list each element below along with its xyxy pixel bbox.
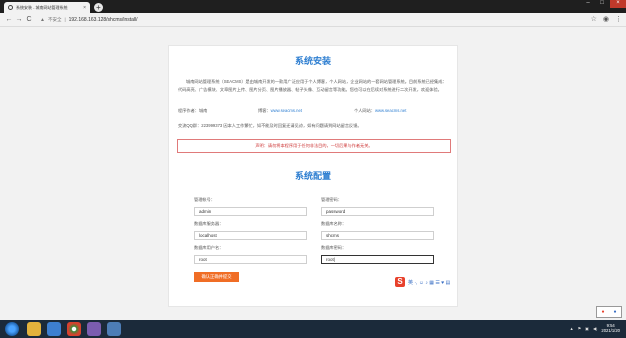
window-maximize-button[interactable]: □: [596, 0, 608, 8]
blog-link[interactable]: www.seacms.net: [271, 108, 302, 113]
taskbar: ▲ ⚑ ▣ ◀) 9:54 2021/1/20: [0, 320, 626, 338]
new-tab-button[interactable]: +: [94, 3, 103, 12]
db-name-label: 数据库名称：: [321, 221, 347, 226]
window-close-button[interactable]: ×: [610, 0, 626, 8]
tab-title: 系统安装 - 城南网站管理系统: [16, 4, 68, 10]
security-status: 不安全: [47, 16, 62, 22]
site-link[interactable]: www.seacms.net: [375, 108, 406, 113]
forward-button[interactable]: →: [14, 16, 24, 23]
db-server-label: 数据库服务器：: [194, 221, 224, 226]
db-user-input[interactable]: [194, 255, 307, 264]
disclaimer-notice: 声明：请勿将本程序用于任何非法目的，一切后果与作者无关。: [177, 139, 451, 153]
network-icon[interactable]: ▣: [585, 326, 589, 331]
menu-icon[interactable]: ⋮: [615, 15, 622, 23]
remote-desktop-icon[interactable]: [107, 322, 121, 336]
install-card: 系统安装 城南网站管理系统（SEACMS）是由城南开发的一款用广泛应用于个人博客…: [168, 45, 458, 307]
ime-toolbar[interactable]: S 英 ·, ☺ ♪ ▦ ☰ ♥ ▤: [395, 277, 450, 287]
browser-tab[interactable]: 系统安装 - 城南网站管理系统 ×: [4, 2, 90, 13]
tray-arrow-icon[interactable]: ▲: [570, 326, 574, 331]
ie-icon[interactable]: [47, 322, 61, 336]
flag-icon[interactable]: ⚑: [578, 326, 582, 331]
install-title: 系统安装: [294, 56, 331, 66]
clock[interactable]: 9:54 2021/1/20: [601, 323, 620, 333]
system-tray: ▲ ⚑ ▣ ◀) 9:54 2021/1/20: [570, 323, 620, 333]
profile-icon[interactable]: ◉: [603, 15, 609, 23]
clock-date: 2021/1/20: [601, 328, 620, 333]
db-user-label: 数据库用户名：: [194, 245, 224, 250]
blog-label: 博客：: [258, 108, 271, 113]
address-bar[interactable]: ▲ 不安全 | 192.168.163.128/shcms/install/: [40, 15, 138, 25]
reload-button[interactable]: C: [24, 16, 34, 23]
admin-user-label: 管理帐号：: [194, 197, 215, 202]
db-server-input[interactable]: [194, 231, 307, 240]
bookmark-star-icon[interactable]: ☆: [591, 15, 597, 23]
tab-close-icon[interactable]: ×: [83, 5, 86, 11]
back-button[interactable]: ←: [4, 16, 14, 23]
qq-group-text: 交流QQ群：223999373 因本人工作繁忙，如不能及时回复还请见谅，如有问题…: [178, 123, 362, 128]
chrome-icon[interactable]: [67, 322, 81, 336]
globe-icon: [8, 5, 13, 10]
widget-icon: ●: [601, 309, 605, 315]
explorer-icon[interactable]: [27, 322, 41, 336]
start-button[interactable]: [5, 322, 19, 336]
warning-triangle-icon: ▲: [40, 16, 45, 23]
admin-pass-input[interactable]: [321, 207, 434, 216]
browser-tab-bar: 系统安装 - 城南网站管理系统 × + – □ ×: [0, 0, 626, 13]
ime-tools[interactable]: 英 ·, ☺ ♪ ▦ ☰ ♥ ▤: [408, 279, 450, 286]
db-name-input[interactable]: [321, 231, 434, 240]
volume-icon[interactable]: ◀): [593, 326, 597, 331]
widget-icon-2: ●: [613, 309, 617, 315]
intro-text: 城南网站管理系统（SEACMS）是由城南开发的一款用广泛应用于个人博客，个人网站…: [178, 79, 447, 92]
admin-user-input[interactable]: [194, 207, 307, 216]
db-pass-input[interactable]: [321, 255, 434, 264]
browser-toolbar: ← → C ▲ 不安全 | 192.168.163.128/shcms/inst…: [0, 13, 626, 27]
floating-widget[interactable]: ● ●: [596, 306, 622, 318]
author-label: 程序作者：城南: [178, 108, 208, 113]
db-pass-label: 数据库密码：: [321, 245, 347, 250]
media-icon[interactable]: [87, 322, 101, 336]
site-label: 个人网站：: [354, 108, 375, 113]
admin-pass-label: 管理密码：: [321, 197, 342, 202]
config-title: 系统配置: [294, 171, 331, 181]
sogou-logo-icon[interactable]: S: [395, 277, 405, 287]
url-text[interactable]: 192.168.163.128/shcms/install/: [69, 17, 138, 23]
submit-button[interactable]: 确认正确并提交: [194, 272, 239, 282]
window-minimize-button[interactable]: –: [582, 0, 594, 8]
